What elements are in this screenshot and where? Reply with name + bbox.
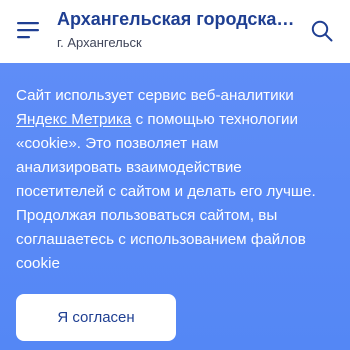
cookie-text-line: Яндекс Метрика с помощью технологии <box>16 108 336 132</box>
agree-button[interactable]: Я согласен <box>16 294 176 341</box>
cookie-text-line: Продолжая пользоваться сайтом, вы <box>16 207 278 224</box>
hamburger-menu-icon <box>17 21 39 39</box>
site-title[interactable]: Архангельская городская ... <box>57 8 299 30</box>
cookie-text-line: анализировать взаимодействие <box>16 159 242 176</box>
cookie-text-line: Сайт использует сервис веб-аналитики <box>16 87 294 104</box>
cookie-text-fragment: с помощью технологии <box>131 111 298 128</box>
cookie-text-line: посетителей с сайтом и делать его лучше. <box>16 183 316 200</box>
menu-button[interactable] <box>17 21 39 39</box>
search-icon <box>310 19 334 43</box>
cookie-banner: Сайт использует сервис веб-аналитики Янд… <box>0 63 350 350</box>
cookie-text-line: cookie <box>16 255 60 272</box>
search-button[interactable] <box>310 19 334 43</box>
site-header: Архангельская городская ... г. Архангель… <box>0 0 350 63</box>
cookie-notice-text: Сайт использует сервис веб-аналитики Янд… <box>16 84 336 276</box>
cookie-text-line: «cookie». Это позволяет нам <box>16 135 219 152</box>
yandex-metrika-link[interactable]: Яндекс Метрика <box>16 111 131 128</box>
site-location: г. Архангельск <box>57 35 142 50</box>
cookie-text-line: соглашаетесь с использованием файлов <box>16 231 306 248</box>
